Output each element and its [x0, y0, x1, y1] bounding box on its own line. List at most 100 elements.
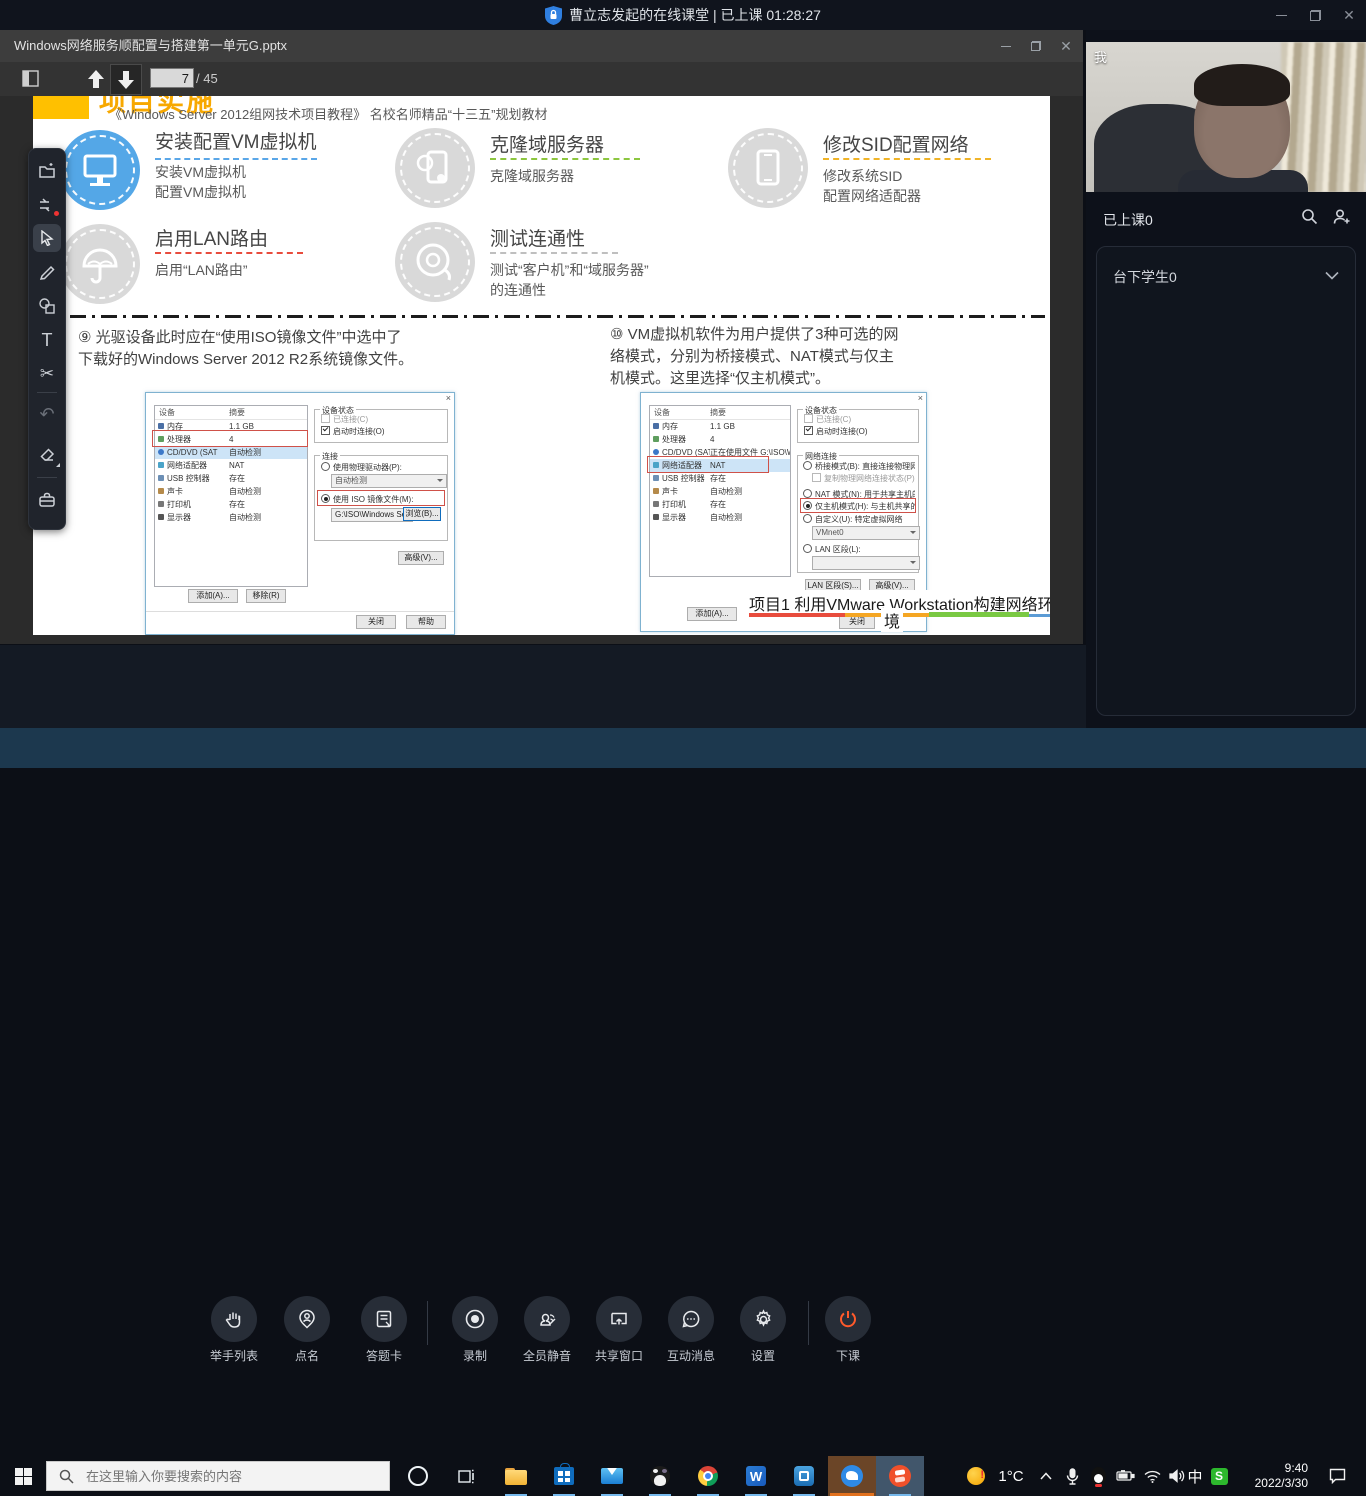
dialog-close-icon[interactable]: × — [446, 393, 451, 403]
answer-card-button[interactable]: 答题卡 — [346, 1296, 422, 1364]
hostonly-radio[interactable]: 仅主机模式(H): 与主机共享的专用网络 — [803, 501, 915, 512]
ppt-viewer-window: Windows网络服务顺配置与搭建第一单元G.pptx ✕ / 45 项目实施 … — [0, 30, 1083, 644]
pen-tool-icon[interactable] — [33, 258, 61, 286]
record-button[interactable]: 录制 — [437, 1296, 513, 1364]
help-button[interactable]: 帮助 — [406, 615, 446, 629]
taskbar-chaoxing-active[interactable] — [876, 1456, 924, 1496]
offstage-students-label: 台下学生0 — [1113, 267, 1177, 287]
microphone-tray-icon[interactable] — [1060, 1456, 1084, 1496]
ime-indicator[interactable]: 中 — [1182, 1456, 1208, 1496]
text-tool-icon[interactable]: T — [33, 326, 61, 354]
share-window-icon — [609, 1309, 629, 1329]
lan-segment-select — [812, 556, 920, 570]
previous-page-button[interactable] — [86, 68, 106, 90]
ppt-title-bar[interactable]: Windows网络服务顺配置与搭建第一单元G.pptx ✕ — [0, 30, 1083, 62]
taskbar-file-explorer[interactable] — [492, 1456, 540, 1496]
cursor-tool-icon[interactable] — [33, 224, 61, 252]
custom-radio[interactable]: 自定义(U): 特定虚拟网络 — [803, 514, 903, 525]
ppt-restore-button[interactable] — [1019, 30, 1053, 62]
device-row: 处理器4 — [650, 433, 790, 446]
qq-penguin-tray-icon[interactable] — [1086, 1456, 1110, 1496]
device-list[interactable]: 设备摘要 内存1.1 GB 处理器4 CD/DVD (SAT自动检测 网络适配器… — [154, 405, 308, 587]
self-video-label: 我 — [1094, 47, 1107, 66]
action-center-icon[interactable] — [1318, 1456, 1356, 1496]
browse-button[interactable]: 浏览(B)... — [403, 507, 441, 521]
physical-drive-radio[interactable]: 使用物理驱动器(P): — [321, 462, 402, 473]
bridged-radio[interactable]: 桥接模式(B): 直接连接物理网络 — [803, 461, 915, 472]
footer-stripe-blue — [1029, 614, 1050, 617]
tray-expand-chevron[interactable] — [1034, 1456, 1058, 1496]
taskbar-search-box[interactable] — [46, 1461, 390, 1491]
wifi-tray-icon[interactable] — [1140, 1456, 1164, 1496]
taskbar-clock[interactable]: 9:40 2022/3/30 — [1236, 1456, 1312, 1496]
battery-tray-icon[interactable] — [1112, 1456, 1138, 1496]
teacher-webcam-video[interactable]: 我 — [1086, 42, 1366, 192]
open-file-icon[interactable] — [33, 157, 61, 185]
device-row-selected: CD/DVD (SAT自动检测 — [155, 446, 307, 459]
laser-pointer-icon[interactable] — [33, 191, 61, 219]
device-row: 网络适配器NAT — [155, 459, 307, 472]
lan-segment-radio[interactable]: LAN 区段(L): — [803, 544, 861, 555]
scissors-icon[interactable]: ✂ — [33, 360, 61, 388]
connect-on-power-checkbox[interactable]: 启动时连接(O) — [804, 426, 868, 437]
lock-shield-icon — [545, 6, 562, 25]
taskbar-mail[interactable] — [588, 1456, 636, 1496]
taskbar-qq[interactable] — [636, 1456, 684, 1496]
device-list[interactable]: 设备摘要 内存1.1 GB 处理器4 CD/DVD (SAT正在使用文件 G:\… — [649, 405, 791, 577]
taskbar-chrome[interactable] — [684, 1456, 732, 1496]
start-button[interactable] — [0, 1456, 46, 1496]
device-row: 内存1.1 GB — [155, 420, 307, 433]
taskbar-word[interactable]: W — [732, 1456, 780, 1496]
eraser-icon[interactable] — [33, 441, 61, 469]
interactive-message-button[interactable]: 互动消息 — [653, 1296, 729, 1364]
roll-call-button[interactable]: 点名 — [269, 1296, 345, 1364]
network-connection-group: 网络连接 桥接模式(B): 直接连接物理网络 复制物理网络连接状态(P) NAT… — [797, 455, 919, 573]
connect-on-power-checkbox[interactable]: 启动时连接(O) — [321, 426, 385, 437]
weather-icon[interactable]: ! — [962, 1456, 990, 1496]
ppt-minimize-button[interactable] — [989, 30, 1023, 62]
task-view-button[interactable] — [442, 1456, 490, 1496]
ppt-close-button[interactable]: ✕ — [1049, 30, 1083, 62]
mute-all-button[interactable]: 全员静音 — [509, 1296, 585, 1364]
close-button[interactable]: 关闭 — [356, 615, 396, 629]
iso-file-radio[interactable]: 使用 ISO 镜像文件(M): — [321, 494, 413, 505]
taskbar-dingtalk-active[interactable] — [828, 1456, 876, 1496]
store-icon — [554, 1467, 574, 1485]
vm-settings-dialog-cd: × 设备摘要 内存1.1 GB 处理器4 CD/DVD (SAT自动检测 网络适… — [145, 392, 455, 635]
settings-button[interactable]: 设置 — [725, 1296, 801, 1364]
add-device-button[interactable]: 添加(A)... — [687, 607, 737, 621]
remove-device-button[interactable]: 移除(R) — [246, 589, 286, 603]
footer-stripe-green — [929, 612, 1029, 617]
dialog-close-icon[interactable]: × — [918, 393, 923, 403]
sogou-tray-icon[interactable]: S — [1206, 1456, 1232, 1496]
nat-radio[interactable]: NAT 模式(N): 用于共享主机的 IP 地址 — [803, 489, 915, 500]
app-close-button[interactable]: ✕ — [1332, 0, 1366, 30]
temperature-label[interactable]: 1°C — [992, 1456, 1030, 1496]
taskbar-search-input[interactable] — [84, 1468, 368, 1485]
end-class-button[interactable]: 下课 — [810, 1296, 886, 1364]
page-number-input[interactable] — [150, 68, 194, 88]
slide-canvas[interactable]: 项目实施 《Windows Server 2012组网技术项目教程》 名校名师精… — [33, 96, 1050, 635]
chevron-down-icon[interactable] — [1325, 271, 1339, 280]
add-device-button[interactable]: 添加(A)... — [188, 589, 238, 603]
taskbar-vmware[interactable] — [780, 1456, 828, 1496]
search-student-icon[interactable] — [1301, 208, 1318, 225]
clock-date: 2022/3/30 — [1255, 1476, 1308, 1491]
toolbox-icon[interactable] — [33, 486, 61, 514]
share-window-button[interactable]: 共享窗口 — [581, 1296, 657, 1364]
app-restore-button[interactable] — [1298, 0, 1332, 30]
close-button[interactable]: 关闭 — [839, 615, 875, 629]
app-minimize-button[interactable] — [1264, 0, 1298, 30]
shapes-tool-icon[interactable] — [33, 292, 61, 320]
add-person-icon[interactable] — [1333, 208, 1351, 225]
sidebar-toggle-icon[interactable] — [22, 70, 39, 87]
device-row: 声卡自动检测 — [155, 485, 307, 498]
undo-icon[interactable]: ↶ — [33, 400, 61, 428]
iso-path-select[interactable]: G:\ISO\Windows Server 20 — [331, 508, 413, 522]
raise-hand-list-button[interactable]: 举手列表 — [196, 1296, 272, 1364]
taskbar-microsoft-store[interactable] — [540, 1456, 588, 1496]
next-page-button[interactable] — [110, 64, 142, 95]
cortana-button[interactable] — [394, 1456, 442, 1496]
advanced-button[interactable]: 高级(V)... — [398, 551, 444, 565]
item-title: 启用LAN路由 — [155, 224, 268, 251]
